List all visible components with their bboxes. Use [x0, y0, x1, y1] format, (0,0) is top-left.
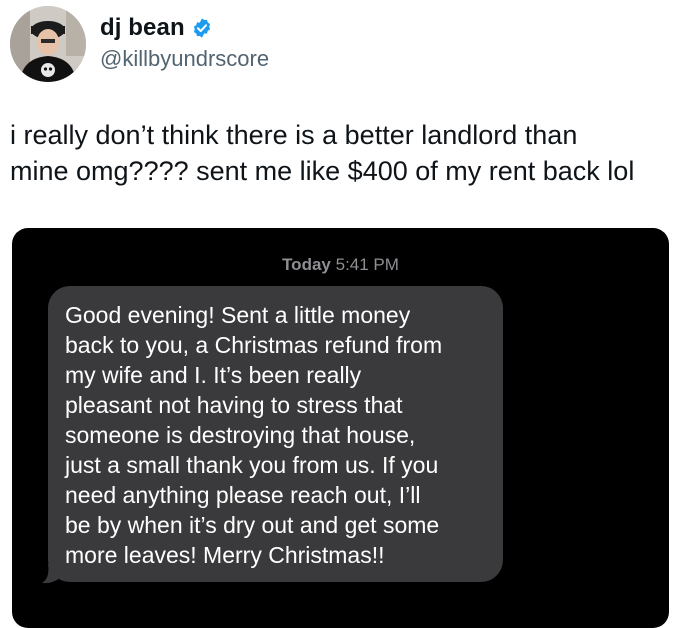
- message-line: be by when it’s dry out and get some: [65, 512, 440, 538]
- avatar[interactable]: [10, 6, 86, 82]
- message-line: pleasant not having to stress that: [65, 392, 403, 418]
- message-line: my wife and I. It’s been really: [65, 362, 362, 388]
- message-line: just a small thank you from us. If you: [65, 452, 439, 478]
- user-handle[interactable]: @killbyundrscore: [100, 46, 269, 72]
- tweet-text-line: mine omg???? sent me like $400 of my ren…: [10, 156, 635, 186]
- timestamp-time: 5:41 PM: [335, 255, 399, 274]
- verified-badge-icon: [193, 18, 210, 38]
- message-line: need anything please reach out, I’ll: [65, 482, 421, 508]
- message-timestamp: Today 5:41 PM: [12, 255, 669, 275]
- user-info: dj bean @killbyundrscore: [100, 14, 269, 72]
- tweet-header: dj bean @killbyundrscore: [10, 6, 670, 82]
- avatar-photo-icon: [10, 6, 86, 82]
- display-name[interactable]: dj bean: [100, 14, 185, 42]
- bubble-tail-icon: [42, 564, 60, 584]
- message-bubble: Good evening! Sent a little money back t…: [48, 286, 503, 582]
- tweet-text-line: i really don’t think there is a better l…: [10, 120, 578, 150]
- display-name-row: dj bean: [100, 14, 269, 42]
- message-line: back to you, a Christmas refund from: [65, 332, 443, 358]
- message-line: more leaves! Merry Christmas!!: [65, 542, 385, 568]
- message-line: Good evening! Sent a little money: [65, 302, 411, 328]
- timestamp-day: Today: [282, 255, 331, 274]
- tweet-text: i really don’t think there is a better l…: [10, 117, 670, 189]
- attached-screenshot[interactable]: Today 5:41 PM Good evening! Sent a littl…: [12, 228, 669, 628]
- message-line: someone is destroying that house,: [65, 422, 416, 448]
